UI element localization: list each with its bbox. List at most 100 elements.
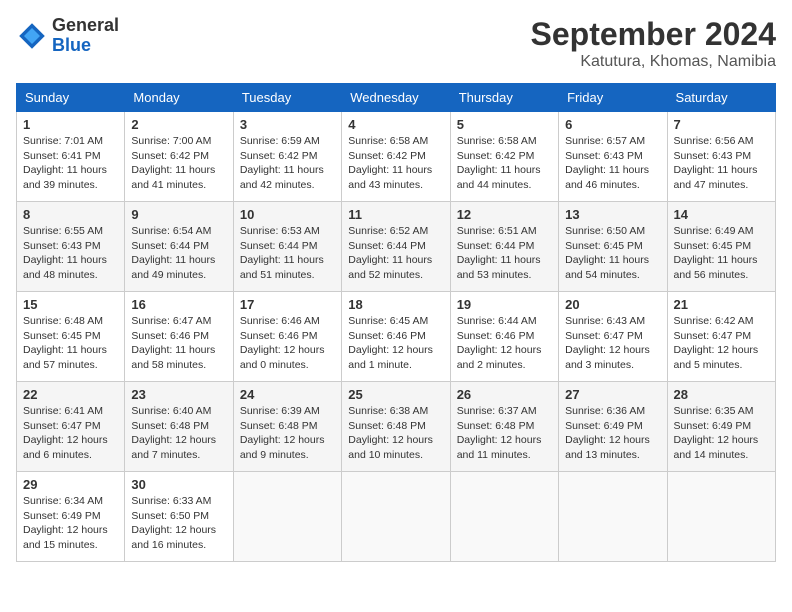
day-info: Sunrise: 6:49 AMSunset: 6:45 PMDaylight:… bbox=[674, 224, 769, 283]
day-number: 27 bbox=[565, 387, 660, 402]
day-info: Sunrise: 6:40 AMSunset: 6:48 PMDaylight:… bbox=[131, 404, 226, 463]
day-info: Sunrise: 6:36 AMSunset: 6:49 PMDaylight:… bbox=[565, 404, 660, 463]
day-number: 4 bbox=[348, 117, 443, 132]
day-number: 16 bbox=[131, 297, 226, 312]
calendar-day-header: Friday bbox=[559, 84, 667, 112]
day-info: Sunrise: 6:46 AMSunset: 6:46 PMDaylight:… bbox=[240, 314, 335, 373]
calendar-cell: 28 Sunrise: 6:35 AMSunset: 6:49 PMDayligh… bbox=[667, 382, 775, 472]
calendar-cell: 30Sunrise: 6:33 AMSunset: 6:50 PMDayligh… bbox=[125, 472, 233, 562]
calendar-week-row: 15Sunrise: 6:48 AMSunset: 6:45 PMDayligh… bbox=[17, 292, 776, 382]
calendar-cell: 15Sunrise: 6:48 AMSunset: 6:45 PMDayligh… bbox=[17, 292, 125, 382]
day-number: 3 bbox=[240, 117, 335, 132]
calendar-week-row: 1 Sunrise: 7:01 AMSunset: 6:41 PMDaylight… bbox=[17, 112, 776, 202]
calendar-cell: 10 Sunrise: 6:53 AMSunset: 6:44 PMDayligh… bbox=[233, 202, 341, 292]
day-number: 12 bbox=[457, 207, 552, 222]
day-info: Sunrise: 6:33 AMSunset: 6:50 PMDaylight:… bbox=[131, 494, 226, 553]
calendar-week-row: 29Sunrise: 6:34 AMSunset: 6:49 PMDayligh… bbox=[17, 472, 776, 562]
calendar-cell: 3 Sunrise: 6:59 AMSunset: 6:42 PMDaylight… bbox=[233, 112, 341, 202]
calendar-cell: 23Sunrise: 6:40 AMSunset: 6:48 PMDayligh… bbox=[125, 382, 233, 472]
day-info: Sunrise: 6:44 AMSunset: 6:46 PMDaylight:… bbox=[457, 314, 552, 373]
calendar-cell: 5 Sunrise: 6:58 AMSunset: 6:42 PMDaylight… bbox=[450, 112, 558, 202]
calendar-cell: 27 Sunrise: 6:36 AMSunset: 6:49 PMDayligh… bbox=[559, 382, 667, 472]
logo: General Blue bbox=[16, 16, 119, 56]
day-number: 2 bbox=[131, 117, 226, 132]
day-number: 5 bbox=[457, 117, 552, 132]
day-info: Sunrise: 6:37 AMSunset: 6:48 PMDaylight:… bbox=[457, 404, 552, 463]
calendar-cell bbox=[450, 472, 558, 562]
calendar-cell: 24 Sunrise: 6:39 AMSunset: 6:48 PMDayligh… bbox=[233, 382, 341, 472]
day-info: Sunrise: 6:50 AMSunset: 6:45 PMDaylight:… bbox=[565, 224, 660, 283]
calendar-header-row: SundayMondayTuesdayWednesdayThursdayFrid… bbox=[17, 84, 776, 112]
day-number: 21 bbox=[674, 297, 769, 312]
calendar-day-header: Monday bbox=[125, 84, 233, 112]
day-info: Sunrise: 6:47 AMSunset: 6:46 PMDaylight:… bbox=[131, 314, 226, 373]
day-info: Sunrise: 6:35 AMSunset: 6:49 PMDaylight:… bbox=[674, 404, 769, 463]
day-info: Sunrise: 6:39 AMSunset: 6:48 PMDaylight:… bbox=[240, 404, 335, 463]
calendar-cell: 6Sunrise: 6:57 AMSunset: 6:43 PMDaylight… bbox=[559, 112, 667, 202]
calendar-cell: 13Sunrise: 6:50 AMSunset: 6:45 PMDayligh… bbox=[559, 202, 667, 292]
day-info: Sunrise: 6:55 AMSunset: 6:43 PMDaylight:… bbox=[23, 224, 118, 283]
day-info: Sunrise: 6:45 AMSunset: 6:46 PMDaylight:… bbox=[348, 314, 443, 373]
day-number: 1 bbox=[23, 117, 118, 132]
day-info: Sunrise: 6:59 AMSunset: 6:42 PMDaylight:… bbox=[240, 134, 335, 193]
logo-general: General bbox=[52, 16, 119, 36]
day-info: Sunrise: 6:34 AMSunset: 6:49 PMDaylight:… bbox=[23, 494, 118, 553]
calendar-cell: 29Sunrise: 6:34 AMSunset: 6:49 PMDayligh… bbox=[17, 472, 125, 562]
day-number: 26 bbox=[457, 387, 552, 402]
day-number: 9 bbox=[131, 207, 226, 222]
calendar-week-row: 8 Sunrise: 6:55 AMSunset: 6:43 PMDaylight… bbox=[17, 202, 776, 292]
calendar-cell bbox=[559, 472, 667, 562]
page-header: General Blue September 2024 Katutura, Kh… bbox=[16, 16, 776, 71]
calendar-cell: 11 Sunrise: 6:52 AMSunset: 6:44 PMDayligh… bbox=[342, 202, 450, 292]
day-number: 10 bbox=[240, 207, 335, 222]
day-number: 24 bbox=[240, 387, 335, 402]
day-number: 11 bbox=[348, 207, 443, 222]
day-info: Sunrise: 6:56 AMSunset: 6:43 PMDaylight:… bbox=[674, 134, 769, 193]
day-number: 6 bbox=[565, 117, 660, 132]
day-number: 25 bbox=[348, 387, 443, 402]
day-info: Sunrise: 7:01 AMSunset: 6:41 PMDaylight:… bbox=[23, 134, 118, 193]
day-number: 17 bbox=[240, 297, 335, 312]
calendar-cell: 2Sunrise: 7:00 AMSunset: 6:42 PMDaylight… bbox=[125, 112, 233, 202]
calendar-cell: 4 Sunrise: 6:58 AMSunset: 6:42 PMDaylight… bbox=[342, 112, 450, 202]
title-block: September 2024 Katutura, Khomas, Namibia bbox=[531, 16, 776, 71]
calendar-cell bbox=[342, 472, 450, 562]
calendar-cell bbox=[233, 472, 341, 562]
calendar-cell: 17 Sunrise: 6:46 AMSunset: 6:46 PMDayligh… bbox=[233, 292, 341, 382]
day-number: 14 bbox=[674, 207, 769, 222]
day-number: 20 bbox=[565, 297, 660, 312]
calendar-cell: 18 Sunrise: 6:45 AMSunset: 6:46 PMDayligh… bbox=[342, 292, 450, 382]
day-info: Sunrise: 6:58 AMSunset: 6:42 PMDaylight:… bbox=[457, 134, 552, 193]
day-number: 8 bbox=[23, 207, 118, 222]
day-info: Sunrise: 6:58 AMSunset: 6:42 PMDaylight:… bbox=[348, 134, 443, 193]
day-info: Sunrise: 6:42 AMSunset: 6:47 PMDaylight:… bbox=[674, 314, 769, 373]
day-number: 7 bbox=[674, 117, 769, 132]
calendar-cell: 25 Sunrise: 6:38 AMSunset: 6:48 PMDayligh… bbox=[342, 382, 450, 472]
calendar-cell: 8 Sunrise: 6:55 AMSunset: 6:43 PMDaylight… bbox=[17, 202, 125, 292]
calendar-cell: 7 Sunrise: 6:56 AMSunset: 6:43 PMDaylight… bbox=[667, 112, 775, 202]
calendar-table: SundayMondayTuesdayWednesdayThursdayFrid… bbox=[16, 83, 776, 562]
day-info: Sunrise: 6:53 AMSunset: 6:44 PMDaylight:… bbox=[240, 224, 335, 283]
day-info: Sunrise: 6:51 AMSunset: 6:44 PMDaylight:… bbox=[457, 224, 552, 283]
calendar-cell: 9Sunrise: 6:54 AMSunset: 6:44 PMDaylight… bbox=[125, 202, 233, 292]
day-info: Sunrise: 6:43 AMSunset: 6:47 PMDaylight:… bbox=[565, 314, 660, 373]
month-title: September 2024 bbox=[531, 16, 776, 53]
day-number: 19 bbox=[457, 297, 552, 312]
calendar-day-header: Thursday bbox=[450, 84, 558, 112]
calendar-cell: 19 Sunrise: 6:44 AMSunset: 6:46 PMDayligh… bbox=[450, 292, 558, 382]
calendar-cell: 21 Sunrise: 6:42 AMSunset: 6:47 PMDayligh… bbox=[667, 292, 775, 382]
day-number: 15 bbox=[23, 297, 118, 312]
day-number: 18 bbox=[348, 297, 443, 312]
calendar-cell: 14 Sunrise: 6:49 AMSunset: 6:45 PMDayligh… bbox=[667, 202, 775, 292]
calendar-cell: 12 Sunrise: 6:51 AMSunset: 6:44 PMDayligh… bbox=[450, 202, 558, 292]
calendar-cell bbox=[667, 472, 775, 562]
calendar-cell: 20 Sunrise: 6:43 AMSunset: 6:47 PMDayligh… bbox=[559, 292, 667, 382]
logo-icon bbox=[16, 20, 48, 52]
day-info: Sunrise: 6:38 AMSunset: 6:48 PMDaylight:… bbox=[348, 404, 443, 463]
day-number: 22 bbox=[23, 387, 118, 402]
calendar-cell: 22Sunrise: 6:41 AMSunset: 6:47 PMDayligh… bbox=[17, 382, 125, 472]
calendar-day-header: Sunday bbox=[17, 84, 125, 112]
calendar-week-row: 22Sunrise: 6:41 AMSunset: 6:47 PMDayligh… bbox=[17, 382, 776, 472]
day-info: Sunrise: 6:52 AMSunset: 6:44 PMDaylight:… bbox=[348, 224, 443, 283]
day-number: 28 bbox=[674, 387, 769, 402]
